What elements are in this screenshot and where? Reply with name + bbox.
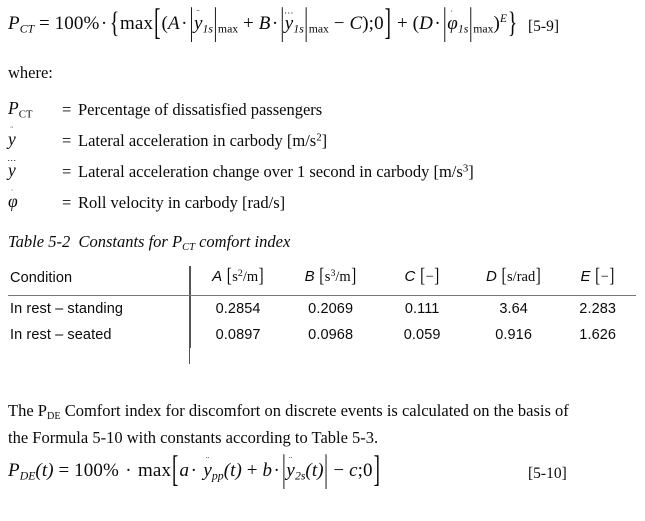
paragraph-line-1: The PDE Comfort index for discomfort on …: [8, 401, 569, 423]
table-caption: Table 5-2 Constants for PCT comfort inde…: [8, 232, 290, 253]
definition-symbol-y-double-dot: ¨ y: [8, 123, 16, 149]
cell-a: 0.0897: [190, 322, 285, 348]
column-header-condition: Condition: [8, 266, 191, 296]
eq510-accel-2s-arg: (t): [305, 460, 324, 481]
paragraph-line-2: the Formula 5-10 with constants accordin…: [8, 428, 379, 448]
table-caption-text-a: Constants for P: [78, 232, 183, 251]
definition-item-pct: PCT = Percentage of dissatisfied passeng…: [8, 98, 628, 129]
column-header-a: A [s2/m]: [190, 266, 285, 296]
table-header-row: Condition A [s2/m] B [s3/m] C [−] D [s/r…: [8, 266, 636, 296]
definition-item-acceleration-change: ⋯ y = Lateral acceleration change over 1 …: [7, 154, 628, 191]
eq510-lhs-symbol: P: [8, 460, 20, 481]
definition-symbol-pct: PCT: [8, 98, 33, 121]
eq59-roll-subscript: 1s: [457, 22, 469, 36]
eq59-lhs-subscript: CT: [19, 22, 35, 36]
eq59-roll-symbol: ˙ φ: [447, 10, 458, 35]
eq59-accel-subscript: 1s: [202, 22, 214, 36]
eq510-accel-pp-symbol: ¨ y: [203, 455, 212, 481]
equation-5-9-number: [5-9]: [528, 18, 559, 35]
eq510-zero: 0: [363, 460, 373, 481]
where-label: where:: [8, 63, 53, 82]
eq59-lhs-symbol: P: [8, 13, 20, 35]
eq59-exponent-e: E: [499, 13, 507, 25]
document-page: PCT = 100%· {max[(A· | ¨ y1s|max + B· | ⋯ y1s|m…: [0, 0, 645, 521]
paragraph-pde-intro: The PDE Comfort index for discomfort on …: [8, 400, 628, 448]
definition-equals-0: =: [62, 100, 72, 119]
cell-c: 0.111: [404, 301, 440, 317]
eq59-max-operator: max: [120, 13, 154, 35]
cell-b: 0.2069: [308, 301, 354, 317]
eq510-accel-2s-subscript: 2s: [294, 469, 306, 483]
definition-equals-3: =: [62, 193, 72, 212]
cell-c: 0.059: [403, 327, 441, 343]
constants-table-wrapper: Condition A [s2/m] B [s3/m] C [−] D [s/r…: [8, 266, 636, 348]
eq510-lhs-subscript: DE: [19, 469, 36, 483]
eq510-max-operator: max: [138, 460, 172, 481]
definition-list: PCT = Percentage of dissatisfied passeng…: [7, 98, 628, 222]
table-head: Condition A [s2/m] B [s3/m] C [−] D [s/r…: [8, 266, 636, 296]
cell-a: 0.2854: [190, 295, 285, 322]
equation-5-10-expression: PDE(t) = 100% · max[a· ¨ ypp(t) + b· | ¨ y2s…: [8, 449, 381, 492]
cell-e: 2.283: [579, 301, 617, 317]
definition-equals-2: =: [62, 162, 72, 181]
definition-equals-1: =: [62, 131, 72, 150]
table-body: In rest – standing 0.2854 0.2069 0.111 3…: [8, 295, 636, 348]
definition-text-lateral-acceleration: Lateral acceleration in carbody [m/s2]: [78, 131, 328, 150]
column-header-c: C [−]: [376, 266, 468, 296]
cell-condition: In rest – seated: [10, 327, 112, 343]
eq510-accel-pp-arg: (t): [223, 460, 242, 481]
eq510-const-c: c: [349, 460, 358, 481]
eq59-const-a: A: [167, 13, 180, 35]
constants-table: Condition A [s2/m] B [s3/m] C [−] D [s/r…: [8, 266, 636, 348]
eq510-accel-2s-symbol: ¨ y: [286, 455, 295, 481]
cell-e: 1.626: [579, 327, 617, 343]
definition-item-roll-velocity: ˙ φ = Roll velocity in carbody [rad/s]: [8, 187, 628, 222]
table-caption-text-b: comfort index: [199, 232, 291, 251]
table-row: In rest – seated 0.0897 0.0968 0.059 0.9…: [8, 322, 636, 348]
eq59-const-b: B: [258, 13, 271, 35]
eq510-percent: 100%: [74, 460, 119, 481]
eq510-const-a: a: [179, 460, 190, 481]
table-row: In rest – standing 0.2854 0.2069 0.111 3…: [8, 295, 636, 322]
eq59-jerk-symbol: ⋯ y: [284, 8, 295, 35]
eq510-const-b: b: [262, 460, 273, 481]
column-header-d: D [s/rad]: [467, 266, 560, 296]
definition-text-pct: Percentage of dissatisfied passengers: [78, 100, 323, 119]
eq59-const-d: D: [419, 13, 433, 35]
eq59-const-c: C: [349, 13, 363, 35]
definition-text-acceleration-change: Lateral acceleration change over 1 secon…: [78, 162, 474, 181]
cell-d: 3.64: [499, 301, 528, 317]
eq59-accel-symbol: ¨ y: [194, 8, 203, 35]
eq59-zero-a: 0: [374, 13, 384, 35]
definition-item-lateral-acceleration: ¨ y = Lateral acceleration in carbody [m/…: [8, 123, 628, 160]
definition-symbol-y-triple-dot: ⋯ y: [7, 154, 17, 180]
eq510-lhs-arg: (t): [35, 460, 54, 481]
cell-condition: In rest – standing: [10, 301, 124, 317]
eq59-jerk-subscript: 1s: [293, 22, 304, 36]
eq59-accel-limit: max: [217, 22, 239, 36]
equation-5-9-expression: PCT = 100%· {max[(A· | ¨ y1s|max + B· | ⋯ y1s|m…: [8, 2, 518, 45]
table-caption-number: Table 5-2: [8, 232, 71, 251]
column-header-b: B [s3/m]: [284, 266, 377, 296]
equation-5-10-number: [5-10]: [528, 465, 567, 482]
definition-symbol-phi-dot: ˙ φ: [8, 187, 18, 211]
table-caption-subscript: CT: [182, 241, 195, 253]
eq59-percent: 100%: [54, 13, 100, 35]
eq59-jerk-limit: max: [308, 22, 329, 36]
column-header-e: E [−]: [559, 266, 636, 296]
definition-text-roll-velocity: Roll velocity in carbody [rad/s]: [78, 193, 286, 212]
eq59-roll-limit: max: [473, 22, 494, 36]
eq510-accel-pp-subscript: pp: [211, 469, 224, 483]
cell-d: 0.916: [495, 327, 533, 343]
cell-b: 0.0968: [308, 327, 354, 343]
